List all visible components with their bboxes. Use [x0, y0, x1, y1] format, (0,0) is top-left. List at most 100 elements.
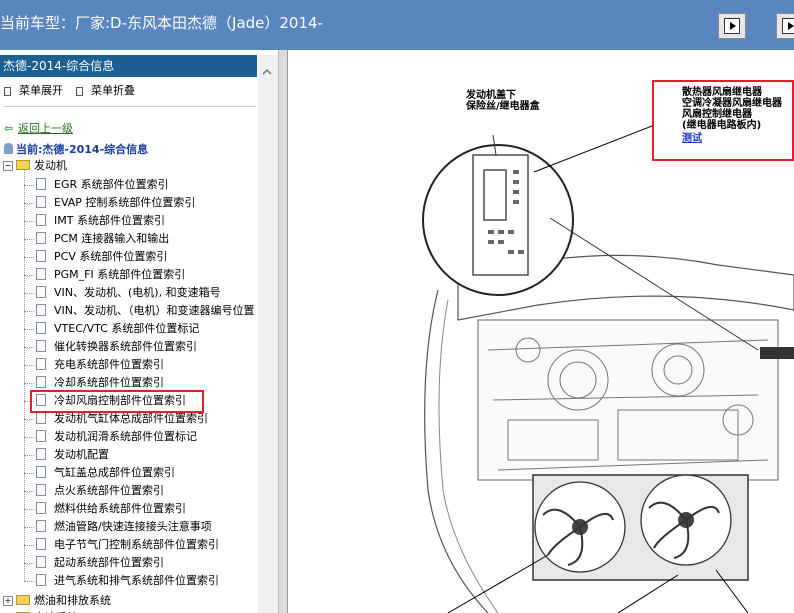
next-page-button[interactable] [718, 13, 746, 39]
callout-line: 散热器风扇继电器 [682, 87, 762, 98]
callout-line: 风扇控制继电器 [682, 109, 752, 120]
tree-item[interactable]: EGR 系统部件位置索引 [36, 176, 169, 194]
tree-item-label: 电子节气门控制系统部件位置索引 [54, 538, 219, 551]
tree-item[interactable]: VIN、发动机、(电机), 和变速箱号 [36, 284, 221, 302]
tree-item-label: IMT 系统部件位置索引 [54, 214, 165, 227]
current-location: 当前:杰德-2014-综合信息 [4, 141, 148, 157]
document-icon [36, 430, 46, 442]
tree-connector [24, 185, 34, 186]
selected-item-highlight [30, 390, 204, 413]
tree-item-label: 气缸盖总成部件位置索引 [54, 466, 175, 479]
document-icon [36, 538, 46, 550]
tree-item[interactable]: EVAP 控制系统部件位置索引 [36, 194, 195, 212]
forward-button[interactable] [776, 13, 794, 39]
tree-connector [24, 419, 34, 420]
document-icon [36, 250, 46, 262]
tree-item[interactable]: 催化转换器系统部件位置索引 [36, 338, 197, 356]
tree-connector [24, 491, 34, 492]
tree-item-label: EVAP 控制系统部件位置索引 [54, 196, 196, 209]
document-icon [36, 286, 46, 298]
fusebox-label: 发动机盖下 保险丝/继电器盒 [466, 90, 540, 112]
tree-item[interactable]: 点火系统部件位置索引 [36, 482, 164, 500]
tree-item-label: 发动机润滑系统部件位置标记 [54, 430, 197, 443]
tree-connector [24, 347, 34, 348]
back-link[interactable]: ⇦ 返回上一级 [4, 120, 73, 136]
tree-item[interactable]: PCV 系统部件位置索引 [36, 248, 167, 266]
menu-collapse-button[interactable]: 菜单折叠 [76, 82, 135, 98]
tree-item[interactable]: 起动系统部件位置索引 [36, 554, 164, 572]
tree-connector [24, 527, 34, 528]
folder-label: 发动机 [34, 159, 67, 172]
tree-item[interactable]: 进气系统和排气系统部件位置索引 [36, 572, 219, 590]
tree-folder-engine[interactable]: − 发动机 [3, 157, 67, 175]
tree-item[interactable]: VIN、发动机、（电机）和变速器编号位置 [36, 302, 255, 320]
back-arrow-icon: ⇦ [4, 122, 14, 135]
title-bar: 当前车型：厂家:D-东风本田杰德（Jade）2014- [0, 0, 794, 50]
tree-item-label: VIN、发动机、(电机), 和变速箱号 [54, 286, 221, 299]
splitter[interactable] [278, 50, 288, 613]
tree-connector [24, 203, 34, 204]
document-icon [36, 268, 46, 280]
tree-connector [24, 329, 34, 330]
collapse-toggle-icon[interactable]: − [3, 161, 13, 171]
scroll-up-icon[interactable] [262, 67, 272, 77]
folder-label: 燃油和排放系统 [34, 594, 111, 607]
document-icon [36, 340, 46, 352]
tree-item[interactable]: PCM 连接器输入和输出 [36, 230, 169, 248]
tree-item[interactable]: 气缸盖总成部件位置索引 [36, 464, 175, 482]
document-icon [36, 466, 46, 478]
document-icon [36, 376, 46, 388]
menu-expand-button[interactable]: 菜单展开 [4, 82, 63, 98]
tree-item-label: VIN、发动机、（电机）和变速器编号位置 [54, 304, 255, 317]
document-icon [36, 232, 46, 244]
tree-item-label: 发动机气缸体总成部件位置索引 [54, 412, 208, 425]
folder-icon [16, 595, 30, 605]
vertical-scrollbar[interactable] [258, 55, 278, 613]
tree-connector [24, 257, 34, 258]
tree-connector [24, 170, 25, 581]
tree-item-label: 催化转换器系统部件位置索引 [54, 340, 197, 353]
tree-item-label: PCM 连接器输入和输出 [54, 232, 170, 245]
tree-item[interactable]: 发动机润滑系统部件位置标记 [36, 428, 197, 446]
tree-connector [24, 509, 34, 510]
tree-connector [24, 563, 34, 564]
tree-connector [24, 437, 34, 438]
window-title: 当前车型：厂家:D-东风本田杰德（Jade）2014- [0, 14, 323, 32]
tree-item-label: 燃料供给系统部件位置索引 [54, 502, 186, 515]
tree-connector [24, 365, 34, 366]
tree-connector [24, 473, 34, 474]
tree-item[interactable]: 充电系统部件位置索引 [36, 356, 164, 374]
tree-item[interactable]: PGM_FI 系统部件位置索引 [36, 266, 185, 284]
tree-connector [24, 293, 34, 294]
arrow-right-icon [724, 18, 740, 34]
document-icon [36, 358, 46, 370]
expand-icon [4, 86, 11, 96]
tree-folder-fuel[interactable]: + 燃油和排放系统 [3, 592, 111, 610]
tree-item-label: PGM_FI 系统部件位置索引 [54, 268, 186, 281]
tree-connector [24, 275, 34, 276]
test-link[interactable]: 测试 [682, 129, 702, 144]
tree-item[interactable]: 燃油管路/快速连接接头注意事项 [36, 518, 212, 536]
tree-folder-transmission[interactable]: +变速系统 [3, 609, 78, 613]
document-icon [36, 520, 46, 532]
tree-item[interactable]: VTEC/VTC 系统部件位置标记 [36, 320, 199, 338]
tree-item-label: 点火系统部件位置索引 [54, 484, 164, 497]
tree-connector [24, 581, 34, 582]
divider [4, 106, 256, 107]
document-icon [36, 574, 46, 586]
callout-text: 散热器风扇继电器 空调冷凝器风扇继电器 风扇控制继电器 (继电器电路板内) [682, 87, 782, 131]
tree-item-label: 发动机配置 [54, 448, 109, 461]
tree-item[interactable]: 发动机配置 [36, 446, 109, 464]
tree-item[interactable]: 电子节气门控制系统部件位置索引 [36, 536, 219, 554]
document-icon [36, 484, 46, 496]
document-icon [36, 556, 46, 568]
callout-line: 空调冷凝器风扇继电器 [682, 98, 782, 109]
tree-item-label: 燃油管路/快速连接接头注意事项 [54, 520, 212, 533]
tree-item[interactable]: 燃料供给系统部件位置索引 [36, 500, 186, 518]
tree-connector [24, 545, 34, 546]
document-icon [36, 412, 46, 424]
tree-item[interactable]: IMT 系统部件位置索引 [36, 212, 165, 230]
navigation-panel: 杰德-2014-综合信息 菜单展开 菜单折叠 ⇦ 返回上一级 当前:杰德-2014… [0, 50, 278, 613]
tree-item-label: 冷却系统部件位置索引 [54, 376, 164, 389]
expand-toggle-icon[interactable]: + [3, 596, 13, 606]
